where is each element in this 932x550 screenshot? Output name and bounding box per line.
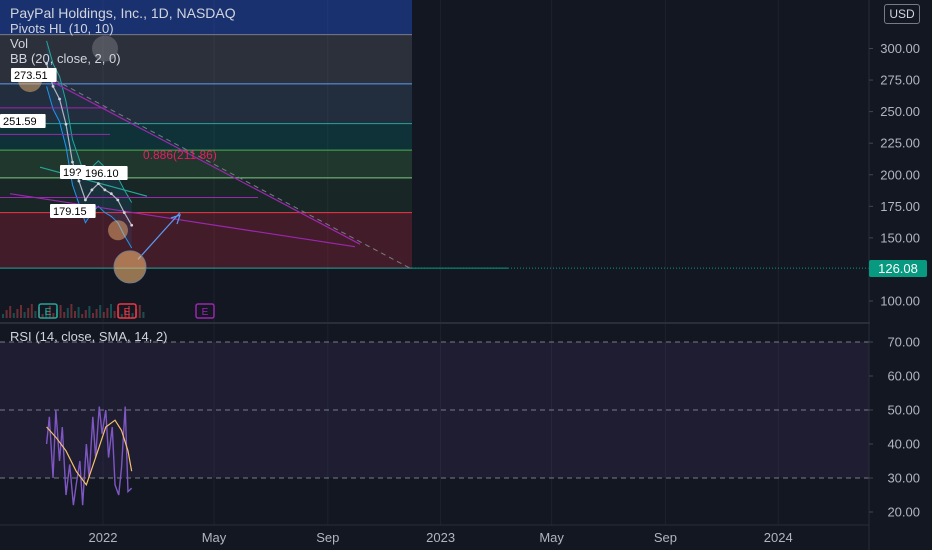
price-tick-label: 200.00 (880, 167, 920, 182)
price-point (130, 223, 134, 227)
time-tick-label: May (539, 530, 564, 545)
volume-bar (9, 306, 12, 318)
volume-bar (110, 304, 112, 318)
highlight-circle (113, 250, 147, 284)
time-tick-label: 2024 (764, 530, 793, 545)
volume-bar (30, 304, 33, 318)
rsi-tick-label: 30.00 (887, 471, 920, 486)
volume-bar (84, 310, 87, 318)
time-tick-label: May (202, 530, 227, 545)
chart-title[interactable]: PayPal Holdings, Inc., 1D, NASDAQ (10, 5, 236, 21)
rsi-tick-label: 20.00 (887, 505, 920, 520)
price-point (58, 97, 61, 101)
price-point (122, 211, 126, 215)
price-tick-label: 225.00 (880, 136, 920, 151)
pivot-label: 19? (60, 165, 86, 179)
price-point (90, 188, 94, 192)
time-tick-label: 2022 (89, 530, 118, 545)
pivot-label-text: 273.51 (14, 70, 48, 82)
volume-bar (20, 305, 22, 318)
pivot-label-text: 251.59 (3, 116, 37, 128)
volume-bar (5, 310, 8, 318)
volume-bar (81, 314, 84, 318)
volume-bar (34, 311, 37, 318)
price-point (116, 198, 120, 202)
volume-bar (88, 306, 91, 318)
price-tick-label: 300.00 (880, 41, 920, 56)
volume-bar (113, 311, 116, 318)
pivot-label-text: 179.15 (53, 206, 87, 218)
volume-bar (66, 308, 69, 318)
pivot-label: 273.51 (11, 68, 57, 82)
volume-bar (138, 305, 141, 318)
volume-bar (27, 308, 30, 318)
time-tick-label: 2023 (426, 530, 455, 545)
rsi-tick-label: 40.00 (887, 437, 920, 452)
price-point (96, 182, 100, 185)
volume-bar (2, 314, 4, 318)
volume-bar (99, 305, 102, 318)
indicator-bb-legend[interactable]: BB (20, close, 2, 0) (10, 51, 121, 66)
rsi-legend[interactable]: RSI (14, close, SMA, 14, 2) (10, 329, 168, 344)
volume-bar (63, 312, 66, 318)
earnings-badge-text: E (45, 307, 52, 318)
volume-bar (16, 309, 19, 318)
time-tick-label: Sep (654, 530, 677, 545)
last-price-tag: 126.08 (869, 260, 927, 277)
rsi-tick-label: 70.00 (887, 335, 920, 350)
price-point (84, 198, 87, 202)
volume-bar (70, 304, 73, 318)
pivot-label: 179.15 (50, 204, 96, 218)
indicator-volume-legend[interactable]: Vol (10, 36, 28, 51)
price-point (71, 160, 74, 164)
price-tick-label: 275.00 (880, 73, 920, 88)
price-tick-label: 150.00 (880, 230, 920, 245)
price-point (64, 122, 68, 126)
price-tick-label: 175.00 (880, 199, 920, 214)
rsi-tick-label: 60.00 (887, 369, 920, 384)
price-point (51, 84, 55, 88)
pivot-label: 251.59 (0, 114, 46, 128)
fib-zone (0, 212, 412, 269)
pivot-label: 196.10 (82, 166, 128, 180)
chart-canvas[interactable]: 273.51 251.59 19? 196.10 179.15 E E E 300.00 27… (0, 0, 932, 550)
price-tick-label: 250.00 (880, 104, 920, 119)
fib-level-label: 0.886(211.86) (143, 148, 217, 162)
earnings-badge-text: E (124, 307, 131, 318)
volume-bar (23, 312, 26, 318)
pivot-label-text: 196.10 (85, 168, 119, 180)
price-tick-label: 100.00 (880, 294, 920, 309)
price-point (103, 188, 107, 192)
volume-bar (95, 309, 98, 318)
volume-bar (92, 313, 94, 318)
indicator-pivots-legend[interactable]: Pivots HL (10, 10) (10, 21, 114, 36)
volume-bar (12, 313, 15, 318)
time-tick-label: Sep (316, 530, 339, 545)
pivot-label-text: 19? (63, 167, 81, 179)
currency-button[interactable]: USD (884, 4, 920, 24)
price-point (77, 179, 81, 183)
price-point (109, 192, 113, 196)
volume-bar (77, 307, 80, 318)
volume-bar (102, 312, 105, 318)
earnings-badge-text: E (202, 307, 209, 318)
rsi-tick-label: 50.00 (887, 403, 920, 418)
highlight-circle (108, 220, 128, 241)
volume-bar (74, 311, 76, 318)
volume-bar (59, 305, 62, 318)
volume-bar (142, 312, 145, 318)
volume-bar (106, 308, 109, 318)
